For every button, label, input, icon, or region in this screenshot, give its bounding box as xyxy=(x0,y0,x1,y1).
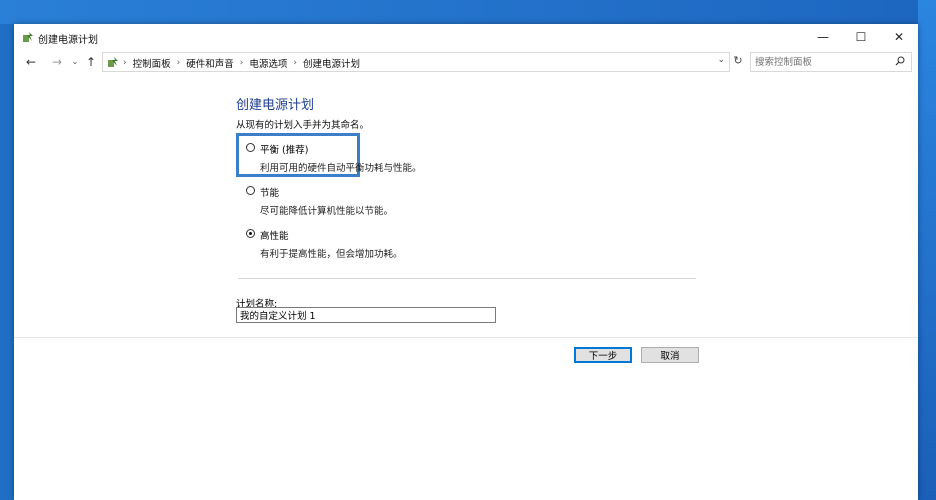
option-description: 有利于提高性能，但会增加功耗。 xyxy=(260,249,403,260)
minimize-button[interactable]: — xyxy=(804,24,842,50)
control-panel-icon xyxy=(108,57,118,67)
up-arrow-icon[interactable]: ↑ xyxy=(84,54,98,70)
forward-arrow-icon[interactable]: → xyxy=(50,54,64,70)
option-label[interactable]: 平衡 (推荐) xyxy=(260,142,308,156)
option-description: 尽可能降低计算机性能以节能。 xyxy=(260,206,394,217)
footer-divider xyxy=(14,337,918,338)
breadcrumb-power-options[interactable]: 电源选项 xyxy=(249,56,287,70)
divider xyxy=(238,278,696,279)
next-button[interactable]: 下一步 xyxy=(574,347,632,363)
breadcrumb-hardware-sound[interactable]: 硬件和声音 xyxy=(186,56,234,70)
search-icon[interactable] xyxy=(895,56,905,66)
breadcrumb-create-plan[interactable]: 创建电源计划 xyxy=(303,56,360,70)
breadcrumb-separator-icon[interactable]: › xyxy=(293,58,297,68)
back-arrow-icon[interactable]: ← xyxy=(24,54,38,70)
desktop-background xyxy=(0,0,936,24)
control-panel-window: 创建电源计划 — ☐ ✕ ← → ⌄ ↑ › 控制面板 › 硬件和声音 › 电源… xyxy=(14,24,918,500)
breadcrumb-separator-icon[interactable]: › xyxy=(177,58,181,68)
recent-locations-chevron-icon[interactable]: ⌄ xyxy=(68,54,82,70)
search-input[interactable] xyxy=(755,55,885,69)
radio-power-saver[interactable] xyxy=(246,186,255,195)
maximize-button[interactable]: ☐ xyxy=(842,24,880,50)
option-label[interactable]: 节能 xyxy=(260,185,279,199)
breadcrumb-control-panel[interactable]: 控制面板 xyxy=(133,56,171,70)
option-label[interactable]: 高性能 xyxy=(260,228,289,242)
radio-high-performance[interactable] xyxy=(246,229,255,238)
option-description: 利用可用的硬件自动平衡功耗与性能。 xyxy=(260,163,422,174)
breadcrumb: › 控制面板 › 硬件和声音 › 电源选项 › 创建电源计划 xyxy=(123,56,360,70)
search-box[interactable] xyxy=(750,52,912,72)
breadcrumb-separator-icon[interactable]: › xyxy=(240,58,244,68)
content-area: 创建电源计划 从现有的计划入手并为其命名。 平衡 (推荐) 利用可用的硬件自动平… xyxy=(14,74,918,500)
page-title: 创建电源计划 xyxy=(236,98,315,113)
window-title: 创建电源计划 xyxy=(38,35,98,46)
address-dropdown-chevron-icon[interactable]: ⌄ xyxy=(717,55,725,65)
address-bar: ← → ⌄ ↑ › 控制面板 › 硬件和声音 › 电源选项 › 创建电源计划 ⌄… xyxy=(14,50,918,74)
title-bar: 创建电源计划 — ☐ ✕ xyxy=(14,24,918,50)
close-button[interactable]: ✕ xyxy=(880,24,918,50)
radio-balanced[interactable] xyxy=(246,143,255,152)
refresh-icon[interactable]: ↻ xyxy=(730,54,746,70)
breadcrumb-separator-icon[interactable]: › xyxy=(123,58,127,68)
cancel-button[interactable]: 取消 xyxy=(641,347,699,363)
plan-name-input[interactable] xyxy=(236,307,496,323)
address-box[interactable]: › 控制面板 › 硬件和声音 › 电源选项 › 创建电源计划 ⌄ xyxy=(102,52,730,72)
power-options-icon xyxy=(23,32,33,42)
intro-text: 从现有的计划入手并为其命名。 xyxy=(236,120,370,131)
desktop-edge xyxy=(918,0,936,500)
